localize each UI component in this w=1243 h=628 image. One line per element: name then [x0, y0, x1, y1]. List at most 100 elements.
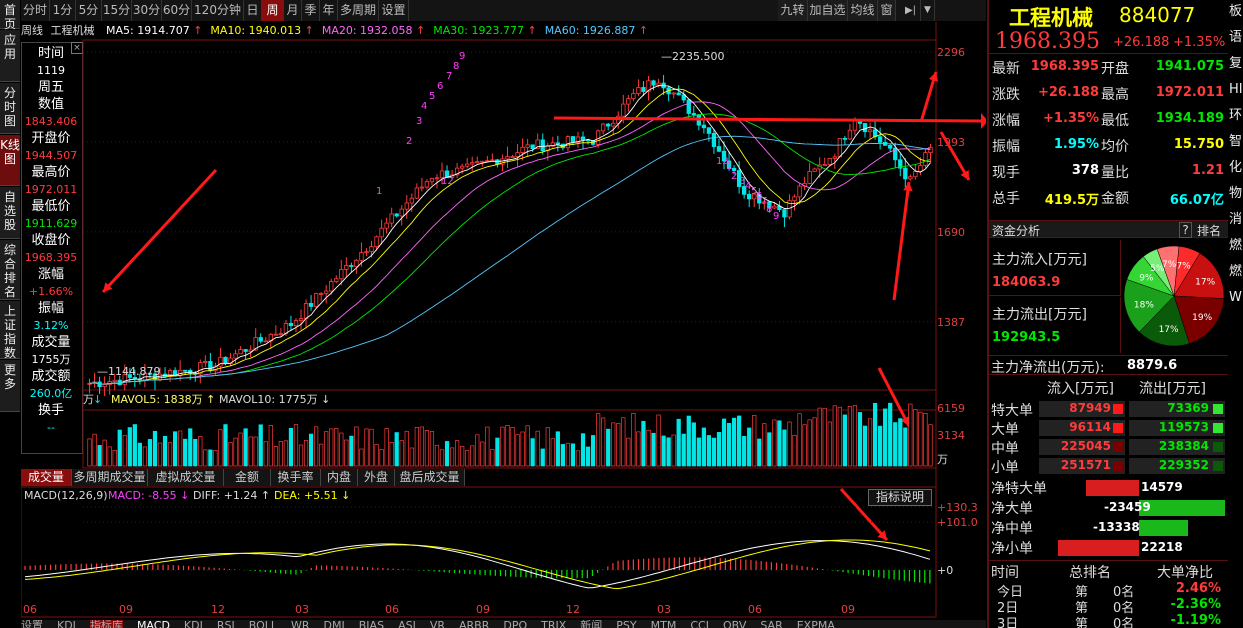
macd-histogram: [24, 557, 931, 584]
volume-bar: [802, 424, 807, 467]
period-tab-2[interactable]: 5分: [76, 0, 102, 21]
left-tab-6[interactable]: 上证指数: [0, 301, 20, 360]
net-bar-name: 净特大单: [991, 481, 1047, 497]
indicator-tab-1[interactable]: KDJ: [57, 620, 76, 628]
period-tab-3[interactable]: 15分: [102, 0, 132, 21]
indicator-tab-6[interactable]: BOLL: [249, 620, 277, 628]
period-tab-1[interactable]: 1分: [50, 0, 76, 21]
left-tab-7[interactable]: 更多: [0, 360, 20, 412]
indicator-tab-2[interactable]: 指标库: [89, 620, 123, 628]
quote-table: 最新 1968.395 开盘 1941.075 涨跌 +26.188 最高 1972.011 涨…: [989, 56, 1228, 218]
left-tab-0[interactable]: 首页: [0, 0, 20, 31]
volume-bar: [409, 447, 414, 467]
toolbar-button-1[interactable]: 加自选: [808, 0, 848, 21]
indicator-tab-5[interactable]: RSI: [217, 620, 235, 628]
indicator-tab-16[interactable]: PSY: [616, 620, 636, 628]
period-tab-0[interactable]: 分时: [21, 0, 50, 21]
indicator-tab-9[interactable]: BIAS: [359, 620, 384, 628]
rank-table: 时间 总排名 大单净比 今日第 0名 2.46% 2日第 0名 -2.36% 3日第 0名 -1.19…: [989, 560, 1228, 628]
indicator-tab-10[interactable]: ASI: [398, 620, 416, 628]
side-strip-item[interactable]: 化: [1229, 160, 1243, 176]
indicator-help-button[interactable]: 指标说明: [868, 489, 932, 506]
side-strip-item[interactable]: W: [1229, 290, 1243, 306]
indicator-tab-17[interactable]: MTM: [651, 620, 677, 628]
period-tab-4[interactable]: 30分: [132, 0, 162, 21]
side-panel-strip: 板语复 HI 环智化物消燃燃 W: [1229, 0, 1243, 628]
indicator-tab-18[interactable]: CCI: [690, 620, 709, 628]
left-tab-1[interactable]: 应用: [0, 30, 20, 82]
indicator-tab-15[interactable]: 新闻: [580, 620, 602, 628]
period-tab-10[interactable]: 季: [302, 0, 320, 21]
volume-bar: [570, 443, 576, 467]
quote-label-2a: 涨幅: [992, 113, 1020, 129]
pie-label: 18%: [1134, 301, 1154, 311]
period-tab-7[interactable]: 日: [244, 0, 262, 21]
side-strip-item[interactable]: 板: [1229, 4, 1243, 20]
toolbar-button-2[interactable]: 均线: [848, 0, 878, 21]
period-tab-6[interactable]: 120分钟: [192, 0, 244, 21]
indicator-tab-11[interactable]: VR: [430, 620, 445, 628]
pie-label: 17%: [1159, 325, 1179, 335]
toolbar-button-0[interactable]: 九转: [778, 0, 808, 21]
toolbar-button-3[interactable]: 窗: [878, 0, 896, 21]
period-tab-13[interactable]: 设置: [379, 0, 409, 21]
volume-bar: [238, 432, 243, 467]
volume-bar: [132, 424, 137, 467]
period-tab-5[interactable]: 60分: [162, 0, 192, 21]
indicator-tab-12[interactable]: ARBR: [459, 620, 489, 628]
volume-tab-2[interactable]: 虚拟成交量: [148, 469, 224, 486]
volume-tab-5[interactable]: 内盘: [321, 469, 358, 486]
fund-rank-button[interactable]: 排名: [1197, 222, 1221, 239]
side-strip-item[interactable]: 环: [1229, 108, 1243, 124]
volume-tab-3[interactable]: 金额: [224, 469, 271, 486]
side-strip-item[interactable]: 燃: [1229, 238, 1243, 254]
indicator-tab-14[interactable]: TRIX: [541, 620, 566, 628]
side-strip-item[interactable]: 语: [1229, 30, 1243, 46]
volume-tab-0[interactable]: 成交量: [21, 469, 72, 486]
left-tab-4[interactable]: 自选股: [0, 187, 20, 239]
indicator-tab-4[interactable]: KDJ: [184, 620, 203, 628]
side-strip-item[interactable]: 燃: [1229, 264, 1243, 280]
side-strip-item[interactable]: 智: [1229, 134, 1243, 150]
volume-tab-6[interactable]: 外盘: [358, 469, 395, 486]
volume-bar: [867, 418, 873, 467]
indicator-tab-3[interactable]: MACD: [137, 620, 170, 628]
indicator-tab-7[interactable]: WR: [291, 620, 310, 628]
kline-chart[interactable]: 2296199316901387—2235.500—1144.879123456…: [21, 22, 986, 628]
volume-bar: [369, 428, 374, 467]
side-strip-item[interactable]: 复: [1229, 56, 1243, 72]
quote-value-0a: 1968.395: [1030, 59, 1099, 74]
candle-body: [520, 146, 525, 154]
play-icon[interactable]: ▶|: [901, 0, 921, 21]
flow-in-cell: 87949: [1039, 401, 1125, 417]
period-tab-12[interactable]: 多周期: [338, 0, 379, 21]
period-tab-9[interactable]: 月: [284, 0, 302, 21]
volume-tab-1[interactable]: 多周期成交量: [72, 469, 148, 486]
indicator-tab-13[interactable]: DPO: [503, 620, 527, 628]
period-tab-8[interactable]: 周: [262, 0, 284, 21]
side-strip-item[interactable]: 消: [1229, 212, 1243, 228]
macd-axis-label: +0: [937, 564, 953, 577]
indicator-tab-21[interactable]: EXPMA: [797, 620, 835, 628]
price-axis-label: 2296: [937, 46, 965, 59]
indicator-tab-8[interactable]: DMI: [324, 620, 345, 628]
candle-body: [565, 136, 571, 149]
fund-help-icon[interactable]: ?: [1179, 222, 1192, 238]
left-tab-5[interactable]: 综合排名: [0, 240, 20, 300]
indicator-tab-20[interactable]: SAR: [760, 620, 782, 628]
volume-tab-4[interactable]: 换手率: [271, 469, 321, 486]
arrow-head-icon: [981, 113, 986, 129]
left-tab-3[interactable]: K线图: [0, 135, 20, 186]
candle-body: [782, 209, 787, 218]
side-strip-item[interactable]: 物: [1229, 186, 1243, 202]
candle-body: [369, 246, 374, 253]
quote-label-2b: 最低: [1101, 113, 1129, 129]
side-strip-item[interactable]: HI: [1229, 82, 1243, 98]
volume-bar: [787, 421, 792, 467]
indicator-tab-19[interactable]: OBV: [723, 620, 746, 628]
dropdown-icon[interactable]: ▼: [921, 0, 935, 21]
left-tab-2[interactable]: 分时图: [0, 83, 20, 134]
indicator-tab-0[interactable]: 设置: [21, 620, 43, 628]
period-tab-11[interactable]: 年: [320, 0, 338, 21]
volume-tab-7[interactable]: 盘后成交量: [395, 469, 465, 486]
